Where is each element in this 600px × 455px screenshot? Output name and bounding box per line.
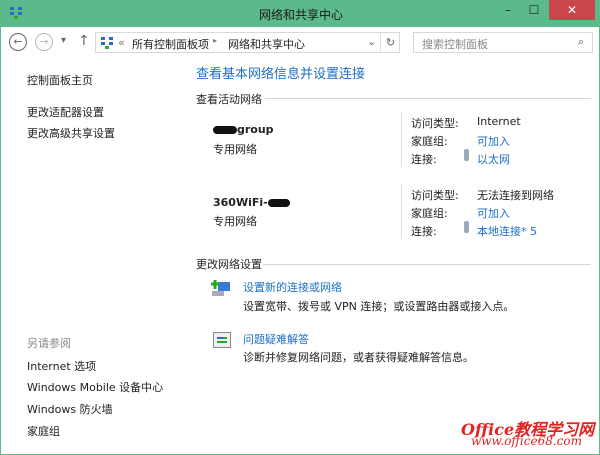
- address-dropdown[interactable]: ⌄: [367, 35, 376, 48]
- see-also-heading: 另请参阅: [27, 337, 71, 350]
- homegroup-label: 家庭组:: [411, 135, 448, 148]
- wireless-adapter-icon: [464, 221, 469, 233]
- breadcrumb-separator[interactable]: ▸: [213, 36, 217, 45]
- ethernet-icon: [464, 149, 469, 161]
- search-icon[interactable]: ⌕: [578, 35, 584, 49]
- divider: [265, 98, 591, 99]
- back-button[interactable]: ←: [9, 33, 27, 51]
- search-placeholder: 搜索控制面板: [422, 38, 488, 51]
- connection-label: 连接:: [411, 153, 437, 166]
- connection-label: 连接:: [411, 225, 437, 238]
- see-also-internet-options[interactable]: Internet 选项: [27, 358, 96, 374]
- see-also-homegroup[interactable]: 家庭组: [27, 423, 60, 439]
- close-button[interactable]: ✕: [549, 0, 595, 20]
- setup-new-connection-link[interactable]: 设置新的连接或网络: [243, 279, 342, 295]
- redacted-mark: [267, 199, 290, 207]
- breadcrumb-network-center[interactable]: 网络和共享中心: [228, 36, 305, 52]
- setup-new-connection-desc: 设置宽带、拨号或 VPN 连接；或设置路由器或接入点。: [243, 300, 515, 313]
- troubleshoot-desc: 诊断并修复网络问题，或者获得疑难解答信息。: [243, 351, 474, 364]
- refresh-button[interactable]: ↻: [380, 33, 400, 52]
- sidebar-item-adapter[interactable]: 更改适配器设置: [27, 104, 104, 120]
- title-bar[interactable]: 网络和共享中心 – ☐ ✕: [1, 0, 600, 27]
- local-connection-link[interactable]: 本地连接* 5: [477, 223, 537, 239]
- network-center-icon: [101, 37, 113, 49]
- minimize-button[interactable]: –: [495, 0, 521, 20]
- access-type-label: 访问类型:: [411, 189, 459, 202]
- sidebar-item-home[interactable]: 控制面板主页: [27, 72, 93, 88]
- change-settings-heading: 更改网络设置: [196, 258, 262, 271]
- address-bar[interactable]: « 所有控制面板项 ▸ 网络和共享中心 ⌄ ↻: [95, 32, 400, 53]
- redacted-mark: [213, 126, 237, 134]
- troubleshoot-icon: [213, 332, 231, 348]
- see-also-firewall[interactable]: Windows 防火墙: [27, 401, 113, 417]
- network-name: 360WiFi-: [213, 196, 290, 209]
- forward-button[interactable]: →: [35, 33, 53, 51]
- recent-locations-button[interactable]: ▾: [61, 35, 66, 46]
- watermark-url: www.office68.com: [471, 434, 582, 448]
- network-name: group: [213, 123, 274, 136]
- divider: [401, 184, 402, 239]
- window: 网络和共享中心 – ☐ ✕ ← → ▾ ↑ « 所有控制面板项 ▸ 网络和共享中…: [0, 0, 600, 455]
- maximize-button[interactable]: ☐: [521, 0, 547, 20]
- search-input[interactable]: 搜索控制面板 ⌕: [413, 32, 593, 53]
- breadcrumb-overflow[interactable]: «: [118, 36, 125, 49]
- access-type-value: 无法连接到网络: [477, 189, 554, 202]
- active-networks-heading: 查看活动网络: [196, 93, 262, 106]
- network-profile: 专用网络: [213, 215, 257, 228]
- sidebar-item-advanced-sharing[interactable]: 更改高级共享设置: [27, 125, 115, 141]
- homegroup-label: 家庭组:: [411, 207, 448, 220]
- ethernet-connection-link[interactable]: 以太网: [477, 151, 510, 167]
- divider: [263, 264, 591, 265]
- homegroup-join-link[interactable]: 可加入: [477, 205, 510, 221]
- access-type-value: Internet: [477, 115, 521, 128]
- troubleshoot-link[interactable]: 问题疑难解答: [243, 331, 309, 347]
- homegroup-join-link[interactable]: 可加入: [477, 133, 510, 149]
- up-button[interactable]: ↑: [78, 33, 90, 49]
- breadcrumb-all-items[interactable]: 所有控制面板项: [132, 36, 209, 52]
- divider: [401, 112, 402, 167]
- access-type-label: 访问类型:: [411, 117, 459, 130]
- page-title: 查看基本网络信息并设置连接: [196, 67, 366, 82]
- network-profile: 专用网络: [213, 143, 257, 156]
- new-connection-icon: [211, 280, 230, 296]
- see-also-windows-mobile[interactable]: Windows Mobile 设备中心: [27, 379, 163, 395]
